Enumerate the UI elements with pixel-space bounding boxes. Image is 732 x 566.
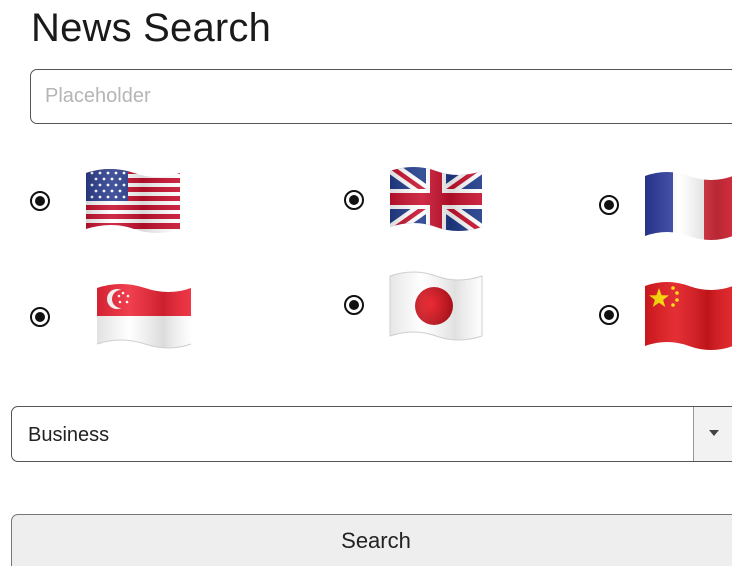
country-radio-sg[interactable] [30,307,50,327]
uk-flag-icon [390,167,482,231]
country-option-us[interactable] [28,165,188,235]
singapore-flag-icon [96,284,192,349]
category-dropdown-toggle[interactable] [693,407,732,461]
search-input[interactable] [30,69,732,124]
country-option-cn[interactable] [597,280,732,352]
country-radio-us[interactable] [30,191,50,211]
search-button[interactable]: Search [11,514,732,566]
news-search-page: News Search Placeholder Business Search [0,0,732,566]
country-radio-cn[interactable] [599,305,619,325]
chevron-down-icon [709,430,719,436]
country-radio-uk[interactable] [344,190,364,210]
us-flag-icon [86,169,180,233]
country-option-jp[interactable] [342,270,502,342]
category-selected-value: Business [28,424,110,446]
category-select[interactable]: Business [11,406,732,462]
japan-flag-icon [389,271,483,341]
china-flag-icon [645,282,732,350]
country-option-uk[interactable] [342,165,502,235]
page-title: News Search [31,6,272,50]
country-option-fr[interactable] [597,170,732,242]
france-flag-icon [645,172,732,240]
country-radio-jp[interactable] [344,295,364,315]
country-option-sg[interactable] [28,282,198,352]
country-radio-fr[interactable] [599,195,619,215]
